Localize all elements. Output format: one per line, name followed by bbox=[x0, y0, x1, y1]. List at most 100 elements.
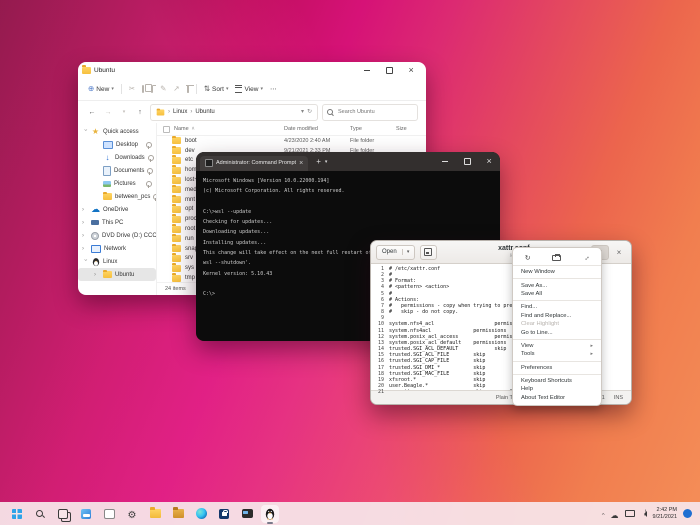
reload-icon[interactable]: ↻ bbox=[517, 253, 539, 264]
menu-item-keyboard-shortcuts[interactable]: Keyboard Shortcuts bbox=[513, 377, 601, 385]
ubuntu-app-button[interactable] bbox=[261, 505, 279, 523]
recent-locations-button[interactable]: ▾ bbox=[118, 109, 130, 115]
menu-item-find-[interactable]: Find... bbox=[513, 303, 601, 311]
store-button[interactable] bbox=[215, 505, 233, 523]
open-button[interactable]: Open ▾ bbox=[376, 245, 415, 260]
sidebar-item-desktop[interactable]: Desktop bbox=[78, 138, 156, 151]
sidebar-item-pictures[interactable]: Pictures bbox=[78, 177, 156, 190]
chevron-expanded-icon[interactable]: › bbox=[82, 259, 88, 265]
sidebar-item-network[interactable]: ›Network bbox=[78, 242, 156, 255]
menu-item-save-all[interactable]: Save All bbox=[513, 290, 601, 298]
menu-item-view[interactable]: View▸ bbox=[513, 342, 601, 350]
menu-item-save-as-[interactable]: Save As... bbox=[513, 281, 601, 289]
column-date-modified[interactable]: Date modified bbox=[284, 126, 350, 132]
breadcrumb[interactable]: › Linux › Ubuntu ▾ ↻ bbox=[150, 104, 318, 121]
chevron-collapsed-icon[interactable]: › bbox=[82, 220, 88, 226]
address-dropdown-icon[interactable]: ▾ bbox=[301, 109, 304, 115]
sidebar-item-onedrive[interactable]: ›OneDrive bbox=[78, 203, 156, 216]
search-input[interactable] bbox=[336, 108, 410, 116]
maximize-button[interactable] bbox=[378, 63, 400, 77]
settings-button[interactable] bbox=[123, 505, 141, 523]
refresh-icon[interactable]: ↻ bbox=[307, 109, 312, 115]
new-button[interactable]: New ▾ bbox=[88, 85, 114, 93]
menu-item-go-to-line-[interactable]: Go to Line... bbox=[513, 328, 601, 336]
chevron-collapsed-icon[interactable]: › bbox=[82, 246, 88, 252]
menu-item-help[interactable]: Help bbox=[513, 385, 601, 393]
chevron-expanded-icon[interactable]: › bbox=[82, 129, 88, 135]
menu-item-preferences[interactable]: Preferences bbox=[513, 364, 601, 372]
column-name[interactable]: Name ˄ bbox=[174, 126, 284, 132]
chat-button[interactable] bbox=[100, 505, 118, 523]
close-button[interactable]: × bbox=[612, 248, 626, 257]
tray-expand-icon[interactable]: › bbox=[601, 513, 607, 515]
task-view-button[interactable] bbox=[54, 505, 72, 523]
breadcrumb-linux[interactable]: Linux bbox=[173, 109, 187, 115]
explorer-window-title: Ubuntu bbox=[94, 67, 115, 74]
breadcrumb-ubuntu[interactable]: Ubuntu bbox=[195, 109, 214, 115]
network-icon[interactable] bbox=[625, 510, 635, 518]
share-button[interactable]: ↗ bbox=[173, 85, 179, 93]
volume-icon[interactable] bbox=[641, 511, 647, 517]
sort-button[interactable]: Sort ▾ bbox=[204, 85, 229, 93]
terminal-titlebar[interactable]: Administrator: Command Prompt × + ▾ × bbox=[196, 152, 500, 171]
terminal-line: Microsoft Windows [Version 10.0.22000.19… bbox=[203, 176, 493, 186]
copy-button[interactable] bbox=[142, 86, 144, 92]
onedrive-icon[interactable] bbox=[611, 505, 619, 523]
sidebar-item-quick-access[interactable]: ›Quick access bbox=[78, 125, 156, 138]
explorer-titlebar[interactable]: Ubuntu × bbox=[78, 62, 426, 78]
minimize-button[interactable] bbox=[434, 155, 456, 169]
minimize-button[interactable] bbox=[356, 63, 378, 77]
tab-dropdown-icon[interactable]: ▾ bbox=[325, 159, 328, 165]
save-button[interactable] bbox=[420, 245, 437, 260]
explorer-sidebar: ›Quick accessDesktopDownloadsDocumentsPi… bbox=[78, 123, 156, 295]
menu-item-label: Find... bbox=[521, 304, 537, 310]
up-button[interactable]: ↑ bbox=[134, 109, 146, 116]
file-explorer-button[interactable] bbox=[146, 505, 164, 523]
close-button[interactable]: × bbox=[400, 63, 422, 77]
fullscreen-icon[interactable] bbox=[575, 253, 597, 264]
terminal-tab[interactable]: Administrator: Command Prompt × bbox=[200, 156, 308, 171]
menu-item-about-text-editor[interactable]: About Text Editor bbox=[513, 394, 601, 402]
sidebar-item-downloads[interactable]: Downloads bbox=[78, 151, 156, 164]
tab-close-icon[interactable]: × bbox=[299, 160, 303, 167]
delete-button[interactable] bbox=[187, 86, 189, 92]
taskbar-clock[interactable]: 2:42 PM 9/21/2021 bbox=[653, 507, 677, 521]
chevron-collapsed-icon[interactable]: › bbox=[82, 207, 88, 213]
menu-item-tools[interactable]: Tools▸ bbox=[513, 350, 601, 358]
widgets-button[interactable] bbox=[77, 505, 95, 523]
new-tab-button[interactable]: + bbox=[316, 157, 321, 166]
chevron-collapsed-icon[interactable]: › bbox=[82, 233, 88, 239]
search-box[interactable] bbox=[322, 104, 418, 121]
folder-icon bbox=[172, 167, 181, 174]
open-dropdown-icon[interactable]: ▾ bbox=[402, 249, 414, 255]
sidebar-item-documents[interactable]: Documents bbox=[78, 164, 156, 177]
notification-badge[interactable] bbox=[683, 509, 692, 518]
folder-app-button[interactable] bbox=[169, 505, 187, 523]
back-button[interactable]: ← bbox=[86, 109, 98, 116]
start-button[interactable] bbox=[8, 505, 26, 523]
forward-button[interactable]: → bbox=[102, 109, 114, 116]
search-button[interactable] bbox=[31, 505, 49, 523]
sidebar-item-linux[interactable]: ›Linux bbox=[78, 255, 156, 268]
sidebar-item-ubuntu[interactable]: ›Ubuntu bbox=[78, 268, 156, 281]
cut-button[interactable]: ✂ bbox=[129, 85, 135, 93]
paste-button[interactable] bbox=[151, 86, 153, 92]
rename-button[interactable]: ✎ bbox=[160, 85, 166, 93]
terminal-button[interactable] bbox=[238, 505, 256, 523]
sidebar-item-between-pcs[interactable]: between_pcs bbox=[78, 190, 156, 203]
sidebar-item-this-pc[interactable]: ›This PC bbox=[78, 216, 156, 229]
chevron-collapsed-icon[interactable]: › bbox=[94, 272, 100, 278]
print-icon[interactable] bbox=[546, 253, 568, 264]
column-type[interactable]: Type bbox=[350, 126, 396, 132]
sidebar-item-dvd-drive-d-cccoma-x6[interactable]: ›DVD Drive (D:) CCCOMA_X6 bbox=[78, 229, 156, 242]
menu-item-find-and-replace-[interactable]: Find and Replace... bbox=[513, 312, 601, 320]
maximize-button[interactable] bbox=[456, 155, 478, 169]
view-button[interactable]: View ▾ bbox=[235, 85, 263, 93]
menu-item-new-window[interactable]: New Window bbox=[513, 268, 601, 276]
edge-button[interactable] bbox=[192, 505, 210, 523]
select-all-checkbox[interactable] bbox=[163, 126, 170, 133]
column-size[interactable]: Size bbox=[396, 126, 426, 132]
table-row[interactable]: boot4/23/2020 2:40 AMFile folder bbox=[157, 136, 426, 146]
close-button[interactable]: × bbox=[478, 155, 500, 169]
more-options-button[interactable]: ⋯ bbox=[270, 85, 277, 93]
